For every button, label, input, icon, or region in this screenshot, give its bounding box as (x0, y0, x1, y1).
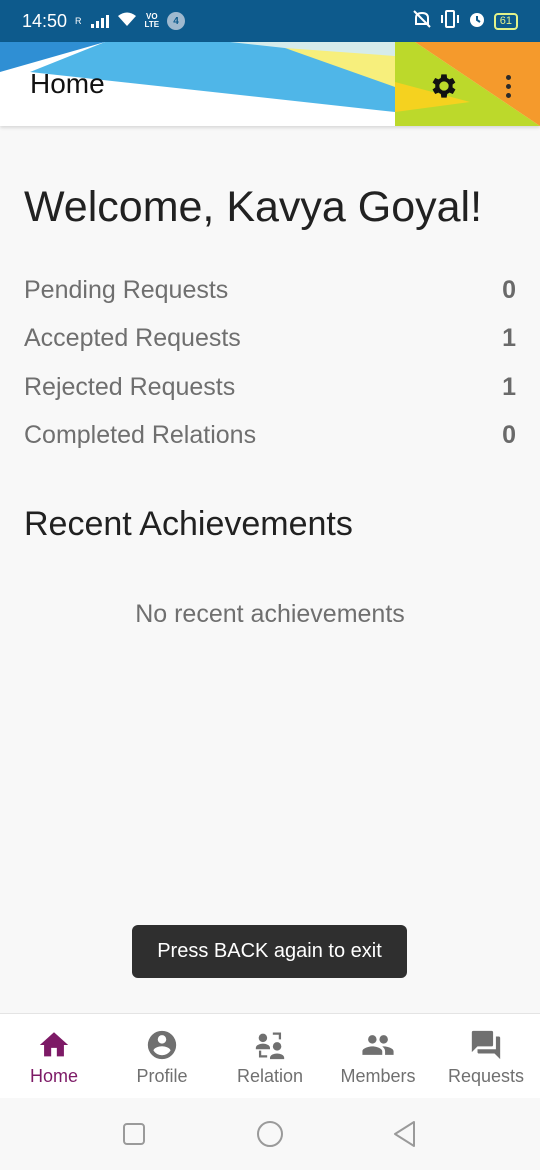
status-left: 14:50 R VO LTE 4 (22, 10, 186, 32)
signal-icon (90, 14, 109, 28)
toast-message: Press BACK again to exit (157, 940, 382, 962)
vibrate-icon (440, 9, 460, 33)
status-time: 14:50 (22, 10, 68, 31)
achievements-heading: Recent Achievements (24, 505, 353, 543)
gear-icon (432, 74, 456, 98)
settings-button[interactable] (426, 68, 462, 104)
home-icon (39, 1032, 69, 1057)
battery-icon: 61 (493, 12, 518, 30)
carrier-indicator: R (75, 16, 83, 26)
nav-label: Home (29, 1066, 78, 1086)
back-triangle-icon (394, 1121, 415, 1147)
nav-label: Requests (447, 1066, 525, 1086)
square-icon (123, 1123, 145, 1145)
back-system-button[interactable] (392, 1120, 418, 1153)
system-navigation-bar (0, 1098, 540, 1170)
relation-swap-icon (255, 1032, 285, 1060)
welcome-heading: Welcome, Kavya Goyal! (24, 183, 483, 231)
status-right: 61 (412, 9, 518, 33)
stat-row-pending: Pending Requests 0 (24, 266, 516, 315)
exit-toast: Press BACK again to exit (132, 925, 407, 978)
nav-item-home[interactable]: Home (0, 1014, 108, 1098)
stat-label: Accepted Requests (24, 324, 241, 353)
stat-row-completed: Completed Relations 0 (24, 412, 516, 461)
nav-item-relation[interactable]: Relation (216, 1014, 324, 1098)
stat-label: Pending Requests (24, 275, 229, 304)
circle-icon (257, 1121, 283, 1147)
notification-count-badge: 4 (167, 12, 186, 30)
stats-list: Pending Requests 0 Accepted Requests 1 R… (24, 266, 516, 460)
volte-indicator: VO LTE (144, 12, 160, 29)
bottom-navigation: Home Profile Relation Members Requests (0, 1013, 540, 1098)
recent-apps-button[interactable] (123, 1123, 145, 1150)
nav-item-members[interactable]: Members (324, 1014, 432, 1098)
forum-icon (471, 1030, 501, 1060)
mute-icon (412, 9, 432, 33)
alarm-icon (468, 10, 486, 33)
stat-label: Completed Relations (24, 421, 257, 450)
home-system-button[interactable] (256, 1120, 284, 1153)
app-bar: Home (0, 42, 540, 126)
stat-label: Rejected Requests (24, 372, 236, 401)
account-circle-icon (147, 1030, 177, 1060)
nav-label: Members (340, 1066, 416, 1086)
more-options-button[interactable] (496, 68, 520, 104)
group-icon (362, 1035, 394, 1055)
stat-value: 0 (502, 421, 516, 450)
page-title: Home (30, 68, 105, 99)
achievements-empty-message: No recent achievements (135, 600, 405, 628)
stat-value: 1 (502, 324, 516, 353)
stat-row-rejected: Rejected Requests 1 (24, 363, 516, 412)
more-vertical-icon (505, 74, 511, 80)
nav-item-profile[interactable]: Profile (108, 1014, 216, 1098)
stat-row-accepted: Accepted Requests 1 (24, 315, 516, 364)
stat-value: 1 (502, 372, 516, 401)
nav-item-requests[interactable]: Requests (432, 1014, 540, 1098)
wifi-icon (117, 11, 137, 32)
status-bar: 14:50 R VO LTE 4 61 (0, 0, 540, 42)
nav-label: Relation (236, 1066, 304, 1086)
battery-level: 61 (499, 15, 512, 27)
nav-label: Profile (136, 1066, 188, 1086)
stat-value: 0 (502, 275, 516, 304)
